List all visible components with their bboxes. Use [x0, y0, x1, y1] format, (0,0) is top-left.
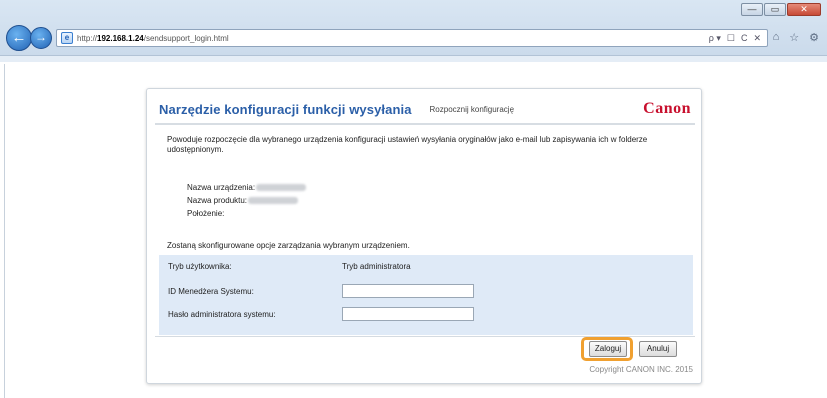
copyright-text: Copyright CANON INC. 2015	[589, 365, 693, 374]
address-bar[interactable]: e http://192.168.1.24/sendsupport_login.…	[56, 29, 768, 47]
browser-chrome: — ▭ ✕ ← → e http://192.168.1.24/sendsupp…	[0, 0, 827, 62]
note-text: Zostaną skonfigurowane opcje zarządzania…	[167, 241, 410, 250]
description-text: Powoduje rozpoczęcie dla wybranego urząd…	[167, 135, 648, 154]
canon-logo: Canon	[643, 100, 691, 117]
device-name-value-redacted	[256, 184, 307, 191]
location-row: Położenie:	[187, 207, 306, 220]
user-mode-row: Tryb użytkownika: Tryb administratora	[168, 262, 411, 271]
location-label: Położenie:	[187, 209, 225, 218]
product-name-value-redacted	[248, 197, 299, 204]
window-controls: — ▭ ✕	[741, 3, 821, 16]
admin-password-label: Hasło administratora systemu:	[168, 309, 276, 319]
product-name-label: Nazwa produktu:	[187, 196, 248, 205]
cancel-button[interactable]: Anuluj	[639, 341, 677, 357]
back-arrow-icon: ←	[11, 29, 27, 46]
admin-password-input[interactable]	[342, 307, 474, 321]
url-scheme: http://	[77, 33, 98, 43]
home-icon[interactable]: ⌂	[773, 31, 780, 44]
maximize-button[interactable]: ▭	[764, 3, 786, 16]
url-path: /sendsupport_login.html	[143, 33, 229, 43]
search-icon[interactable]: ρ ▾	[709, 33, 721, 44]
stop-icon[interactable]: ✕	[753, 33, 761, 44]
system-manager-id-label: ID Menedżera Systemu:	[168, 286, 254, 296]
system-manager-id-input[interactable]	[342, 284, 474, 298]
forward-arrow-icon: →	[35, 30, 47, 44]
device-info: Nazwa urządzenia: Nazwa produktu: Położe…	[187, 181, 307, 220]
url-host: 192.168.1.24	[97, 33, 144, 43]
favorites-icon[interactable]: ☆	[789, 31, 799, 44]
system-manager-id-row: ID Menedżera Systemu:	[168, 284, 474, 298]
minimize-button[interactable]: —	[741, 3, 763, 16]
page-icon: e	[61, 32, 73, 44]
toolbar-icons: ⌂ ☆ ⚙	[773, 31, 819, 44]
compatibility-view-icon[interactable]: ☐	[727, 33, 735, 44]
login-form: Tryb użytkownika: Tryb administratora ID…	[159, 255, 693, 335]
send-setup-panel: Narzędzie konfiguracji funkcji wysyłania…	[146, 88, 702, 384]
page-title: Narzędzie konfiguracji funkcji wysyłania	[159, 101, 412, 117]
device-name-row: Nazwa urządzenia:	[187, 181, 307, 194]
page-subtitle: Rozpocznij konfigurację	[429, 104, 515, 114]
button-row: Zaloguj Anuluj	[155, 336, 695, 361]
login-button[interactable]: Zaloguj	[589, 341, 627, 357]
user-mode-label: Tryb użytkownika:	[168, 262, 232, 271]
forward-button[interactable]: →	[30, 27, 52, 49]
close-window-button[interactable]: ✕	[787, 3, 821, 16]
url-text[interactable]: http://192.168.1.24/sendsupport_login.ht…	[77, 34, 709, 43]
product-name-row: Nazwa produktu:	[187, 194, 306, 207]
admin-password-row: Hasło administratora systemu:	[168, 307, 474, 321]
panel-header: Narzędzie konfiguracji funkcji wysyłania…	[155, 95, 695, 125]
tab-strip	[0, 55, 827, 62]
back-button[interactable]: ←	[6, 25, 32, 51]
page-left-border	[4, 64, 5, 398]
tools-gear-icon[interactable]: ⚙	[809, 31, 819, 44]
refresh-icon[interactable]: C	[741, 33, 748, 44]
user-mode-value: Tryb administratora	[342, 262, 411, 271]
device-name-label: Nazwa urządzenia:	[187, 183, 256, 192]
